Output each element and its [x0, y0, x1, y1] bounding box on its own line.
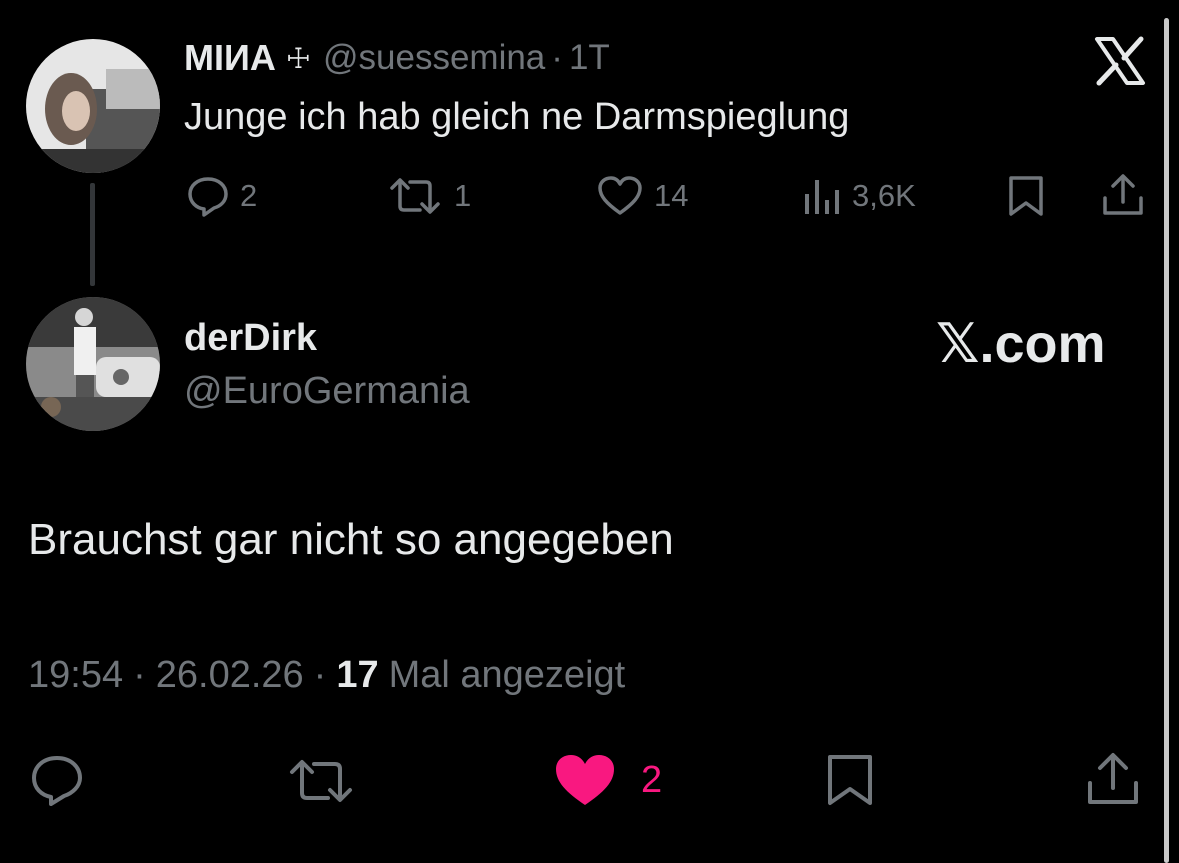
view-count: 17 — [336, 654, 379, 696]
quoted-tweet-text: Junge ich hab gleich ne Darmspieglung — [184, 96, 850, 138]
reply-button[interactable] — [28, 753, 86, 807]
quoted-tweet-header: МIИA ☩ @suessemina · 1T — [184, 36, 610, 80]
reply-display-name[interactable]: derDirk — [184, 317, 317, 360]
bar-chart-icon — [802, 176, 842, 216]
quoted-display-name[interactable]: МIИA — [184, 37, 276, 79]
cross-glyph: ☩ — [285, 42, 311, 74]
bookmark-button[interactable] — [824, 752, 876, 808]
x-logo-icon[interactable] — [1094, 36, 1146, 86]
meta-separator: · — [133, 654, 146, 696]
retweet-button[interactable] — [286, 757, 356, 805]
like-count: 2 — [641, 758, 663, 801]
quoted-like-count: 14 — [654, 178, 689, 213]
quoted-retweet-button[interactable]: 1 — [386, 174, 471, 218]
quoted-handle[interactable]: @suessemina — [323, 38, 545, 78]
share-button[interactable] — [1084, 750, 1142, 808]
quoted-age[interactable]: 1T — [569, 38, 610, 78]
quoted-share-button[interactable] — [1100, 172, 1146, 218]
reply-meta-row: 19:54 · 26.02.26 · 17 Mal angezeigt — [28, 654, 625, 697]
retweet-icon — [290, 760, 352, 802]
reply-handle[interactable]: @EuroGermania — [184, 370, 470, 413]
speech-bubble-icon — [32, 756, 82, 806]
meta-separator: · — [313, 654, 327, 696]
retweet-icon — [386, 176, 444, 216]
speech-bubble-icon — [186, 175, 230, 217]
x-com-watermark: 𝕏.com — [936, 314, 1106, 374]
quoted-like-button[interactable]: 14 — [596, 174, 688, 218]
bookmark-icon — [828, 755, 872, 805]
reply-tweet-text: Brauchst gar nicht so angegeben — [28, 515, 674, 564]
view-label[interactable]: Mal angezeigt — [389, 654, 626, 697]
quoted-bookmark-button[interactable] — [1006, 174, 1046, 218]
quoted-retweet-count: 1 — [454, 178, 472, 213]
heart-icon — [553, 752, 617, 808]
heart-icon — [596, 175, 644, 217]
quoted-reply-count: 2 — [240, 178, 258, 213]
avatar-eurogermania[interactable] — [26, 297, 160, 431]
like-button[interactable]: 2 — [553, 752, 662, 808]
share-icon — [1103, 174, 1143, 215]
quoted-separator: · — [551, 38, 563, 77]
reply-time[interactable]: 19:54 — [28, 654, 123, 697]
avatar-suessemina[interactable] — [26, 39, 160, 173]
quoted-views-button[interactable]: 3,6K — [802, 174, 916, 218]
scrollbar[interactable] — [1164, 18, 1169, 863]
reply-date[interactable]: 26.02.26 — [156, 654, 304, 697]
bookmark-icon — [1009, 176, 1043, 216]
quoted-view-count: 3,6K — [852, 178, 916, 213]
quoted-reply-button[interactable]: 2 — [186, 174, 257, 218]
avatar-image — [26, 39, 160, 173]
avatar-image — [26, 297, 160, 431]
share-icon — [1088, 753, 1138, 804]
thread-connector-line — [90, 183, 95, 286]
